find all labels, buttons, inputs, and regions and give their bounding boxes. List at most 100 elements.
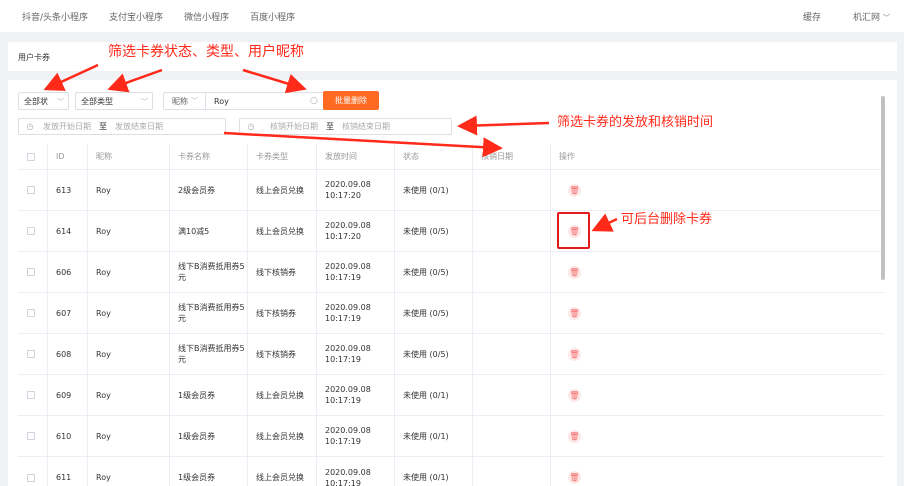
top-right-area: 缓存 机汇网 ﹀	[787, 0, 890, 32]
verify-start-placeholder: 核销开始日期	[270, 122, 318, 131]
cell-type: 线上会员兑换	[248, 457, 317, 486]
col-type: 卡券类型	[248, 144, 317, 169]
cell-actions: 🗑	[551, 252, 884, 292]
select-all-checkbox[interactable]	[27, 152, 35, 161]
cell-nick: Roy	[88, 416, 170, 456]
cell-id: 610	[48, 416, 88, 456]
tab-baidu[interactable]: 百度小程序	[250, 10, 295, 23]
tab-alipay[interactable]: 支付宝小程序	[109, 10, 163, 23]
cell-name: 1级会员券	[170, 457, 248, 486]
cell-type: 线下核销券	[248, 252, 317, 292]
cell-name: 线下B消费抵用券5元	[170, 252, 248, 292]
user-menu[interactable]: 机汇网 ﹀	[837, 10, 890, 23]
verify-date-range[interactable]: ◷ 核销开始日期 至 核销结束日期	[239, 118, 452, 135]
search-input[interactable]: Roy	[206, 97, 310, 106]
batch-delete-button[interactable]: 批量删除	[323, 91, 379, 110]
cell-name: 2级会员券	[170, 170, 248, 210]
trash-icon[interactable]: 🗑	[568, 388, 581, 402]
search-field-select[interactable]: 昵称 ﹀	[164, 93, 206, 109]
chevron-down-icon: ﹀	[883, 13, 890, 22]
cell-verify-date	[473, 170, 551, 210]
cell-type: 线上会员兑换	[248, 416, 317, 456]
cell-name: 1级会员券	[170, 416, 248, 456]
table-row: 613 Roy 2级会员券 线上会员兑换 2020.09.08 10:17:20…	[18, 170, 884, 211]
search-box: 昵称 ﹀ Roy ○	[163, 92, 325, 110]
cell-verify-date	[473, 334, 551, 374]
cell-time: 2020.09.08 10:17:20	[317, 211, 395, 251]
delete-annotation: 可后台删除卡券	[621, 212, 713, 227]
chevron-down-icon: ﹀	[57, 98, 64, 106]
cell-status: 未使用 (0/5)	[395, 211, 473, 251]
row-checkbox[interactable]	[27, 432, 35, 440]
cell-status: 未使用 (0/5)	[395, 252, 473, 292]
col-id: ID	[48, 144, 88, 169]
cell-actions: 🗑	[551, 416, 884, 456]
col-actions: 操作	[559, 152, 575, 161]
search-icon[interactable]: ○	[310, 96, 324, 106]
cell-actions: 🗑	[551, 170, 884, 210]
row-checkbox[interactable]	[27, 473, 35, 482]
cell-time: 2020.09.08 10:17:20	[317, 170, 395, 210]
cell-id: 609	[48, 375, 88, 415]
cell-type: 线下核销券	[248, 293, 317, 333]
cell-nick: Roy	[88, 170, 170, 210]
cell-actions: 🗑	[551, 293, 884, 333]
cell-name: 线下B消费抵用券5元	[170, 334, 248, 374]
table-row: 611 Roy 1级会员券 线上会员兑换 2020.09.08 10:17:19…	[18, 457, 884, 486]
cell-id: 607	[48, 293, 88, 333]
cell-nick: Roy	[88, 252, 170, 292]
issue-date-range[interactable]: ◷ 发放开始日期 至 发放结束日期	[18, 118, 226, 135]
cell-time: 2020.09.08 10:17:19	[317, 416, 395, 456]
table-row: 607 Roy 线下B消费抵用券5元 线下核销券 2020.09.08 10:1…	[18, 293, 884, 334]
cell-status: 未使用 (0/5)	[395, 293, 473, 333]
type-select[interactable]: 全部类型 ﹀	[75, 92, 153, 110]
cell-type: 线上会员兑换	[248, 211, 317, 251]
cell-verify-date	[473, 252, 551, 292]
row-select-cell	[18, 334, 48, 374]
trash-icon[interactable]: 🗑	[568, 471, 581, 484]
col-time: 发放时间	[317, 144, 395, 169]
tab-wechat[interactable]: 微信小程序	[184, 10, 229, 23]
row-checkbox[interactable]	[27, 309, 35, 317]
row-checkbox[interactable]	[27, 350, 35, 358]
cell-type: 线上会员兑换	[248, 170, 317, 210]
trash-icon[interactable]: 🗑	[568, 183, 581, 197]
cell-name: 1级会员券	[170, 375, 248, 415]
table-row: 606 Roy 线下B消费抵用券5元 线下核销券 2020.09.08 10:1…	[18, 252, 884, 293]
type-select-value: 全部类型	[81, 96, 113, 106]
cache-link[interactable]: 缓存	[803, 10, 821, 23]
col-verify-date: 核销日期	[473, 144, 551, 169]
cell-verify-date	[473, 293, 551, 333]
row-checkbox[interactable]	[27, 186, 35, 194]
cell-verify-date	[473, 211, 551, 251]
status-select[interactable]: 全部状 ﹀	[18, 92, 69, 110]
table-row: 610 Roy 1级会员券 线上会员兑换 2020.09.08 10:17:19…	[18, 416, 884, 457]
row-select-cell	[18, 293, 48, 333]
row-checkbox[interactable]	[27, 391, 35, 399]
cell-time: 2020.09.08 10:17:19	[317, 252, 395, 292]
row-select-cell	[18, 211, 48, 251]
trash-icon[interactable]: 🗑	[568, 429, 581, 443]
cell-actions: 🗑	[551, 457, 884, 486]
main-panel: 全部状 ﹀ 全部类型 ﹀ 昵称 ﹀ Roy ○ 批量删除 ◷ 发放开始日期 至 …	[8, 80, 897, 486]
table-row: 609 Roy 1级会员券 线上会员兑换 2020.09.08 10:17:19…	[18, 375, 884, 416]
cell-nick: Roy	[88, 211, 170, 251]
row-checkbox[interactable]	[27, 268, 35, 276]
cell-type: 线下核销券	[248, 334, 317, 374]
clock-icon: ◷	[247, 122, 255, 131]
cell-status: 未使用 (0/1)	[395, 416, 473, 456]
clock-icon: ◷	[26, 122, 34, 131]
cell-time: 2020.09.08 10:17:19	[317, 457, 395, 486]
table-scrollbar[interactable]	[881, 96, 885, 280]
trash-icon[interactable]: 🗑	[568, 265, 581, 279]
cell-actions: 🗑	[551, 334, 884, 374]
tab-douyin[interactable]: 抖音/头条小程序	[22, 10, 88, 23]
date-annotation: 筛选卡券的发放和核销时间	[557, 115, 714, 130]
row-checkbox[interactable]	[27, 227, 35, 235]
chevron-down-icon: ﹀	[191, 97, 198, 105]
trash-icon[interactable]: 🗑	[568, 347, 581, 361]
trash-icon[interactable]: 🗑	[568, 306, 581, 320]
cell-time: 2020.09.08 10:17:19	[317, 334, 395, 374]
col-nick: 昵称	[88, 144, 170, 169]
search-field-label: 昵称	[172, 96, 188, 106]
